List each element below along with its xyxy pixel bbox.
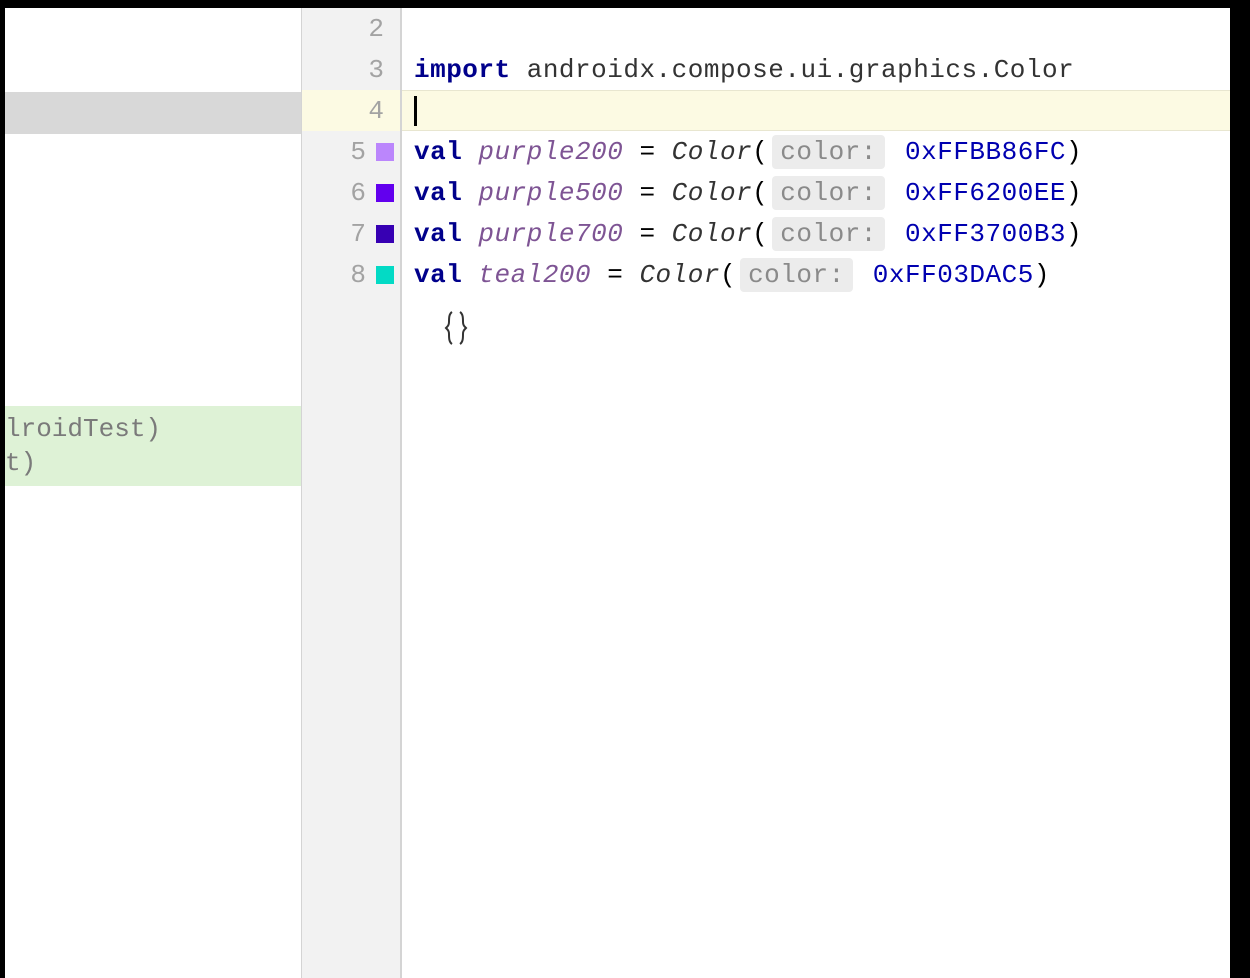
function-name: Color [639, 260, 720, 290]
paren: ( [720, 260, 736, 290]
paren: ( [752, 178, 768, 208]
hex-literal: 0xFF6200EE [889, 178, 1066, 208]
variable-name: purple700 [462, 219, 623, 249]
line-number: 7 [350, 219, 366, 249]
code-line[interactable]: val purple700 = Color(color: 0xFF3700B3) [402, 213, 1230, 254]
keyword: val [414, 219, 462, 249]
paren: ) [1066, 219, 1082, 249]
gutter-row[interactable]: 3 [302, 49, 400, 90]
keyword: import [414, 55, 511, 85]
hex-literal: 0xFFBB86FC [889, 137, 1066, 167]
code-line[interactable]: val purple200 = Color(color: 0xFFBB86FC) [402, 131, 1230, 172]
gutter-row[interactable]: 5 [302, 131, 400, 172]
paren: ( [752, 137, 768, 167]
line-number: 4 [368, 96, 384, 126]
gutter-row[interactable]: 7 [302, 213, 400, 254]
paren: ( [752, 219, 768, 249]
paren: ) [1066, 178, 1082, 208]
operator: = [623, 178, 671, 208]
code-line[interactable]: val purple500 = Color(color: 0xFF6200EE) [402, 172, 1230, 213]
keyword: val [414, 178, 462, 208]
function-name: Color [672, 219, 753, 249]
keyword: val [414, 137, 462, 167]
variable-name: purple200 [462, 137, 623, 167]
color-swatch-icon[interactable] [376, 266, 394, 284]
variable-name: purple500 [462, 178, 623, 208]
operator: = [591, 260, 639, 290]
gutter-row[interactable]: 6 [302, 172, 400, 213]
project-sidebar[interactable]: lroidTest) t) [5, 8, 302, 978]
function-name: Color [672, 137, 753, 167]
text-caret [414, 96, 417, 126]
editor-gutter[interactable]: 2 3 4 5 6 7 8 [302, 8, 402, 978]
hex-literal: 0xFF03DAC5 [857, 260, 1034, 290]
code-editor[interactable]: import androidx.compose.ui.graphics.Colo… [402, 8, 1230, 978]
keyword: val [414, 260, 462, 290]
code-line[interactable]: val teal200 = Color(color: 0xFF03DAC5) [402, 254, 1230, 295]
parameter-hint: color: [740, 258, 853, 292]
gutter-row[interactable]: 8 [302, 254, 400, 295]
variable-name: teal200 [462, 260, 591, 290]
code-line[interactable] [402, 8, 1230, 49]
sidebar-test-sources[interactable]: lroidTest) t) [5, 406, 301, 486]
line-number: 2 [368, 14, 384, 44]
parameter-hint: color: [772, 135, 885, 169]
color-swatch-icon[interactable] [376, 184, 394, 202]
operator: = [623, 219, 671, 249]
parameter-hint: color: [772, 217, 885, 251]
parameter-hint: color: [772, 176, 885, 210]
line-number: 6 [350, 178, 366, 208]
line-number: 3 [368, 55, 384, 85]
gutter-row[interactable]: 4 [302, 90, 400, 131]
sidebar-selection [5, 92, 301, 134]
hex-literal: 0xFF3700B3 [889, 219, 1066, 249]
paren: ) [1034, 260, 1050, 290]
color-swatch-icon[interactable] [376, 225, 394, 243]
paren: ) [1066, 137, 1082, 167]
line-number: 5 [350, 137, 366, 167]
line-number: 8 [350, 260, 366, 290]
code-line[interactable]: import androidx.compose.ui.graphics.Colo… [402, 49, 1230, 90]
text-cursor-icon [444, 310, 468, 355]
import-path: androidx.compose.ui.graphics.Color [511, 55, 1075, 85]
sidebar-item[interactable]: lroidTest) [5, 412, 301, 446]
code-line-active[interactable] [402, 90, 1230, 131]
color-swatch-icon[interactable] [376, 143, 394, 161]
gutter-row[interactable]: 2 [302, 8, 400, 49]
function-name: Color [672, 178, 753, 208]
operator: = [623, 137, 671, 167]
sidebar-item[interactable]: t) [5, 446, 301, 480]
